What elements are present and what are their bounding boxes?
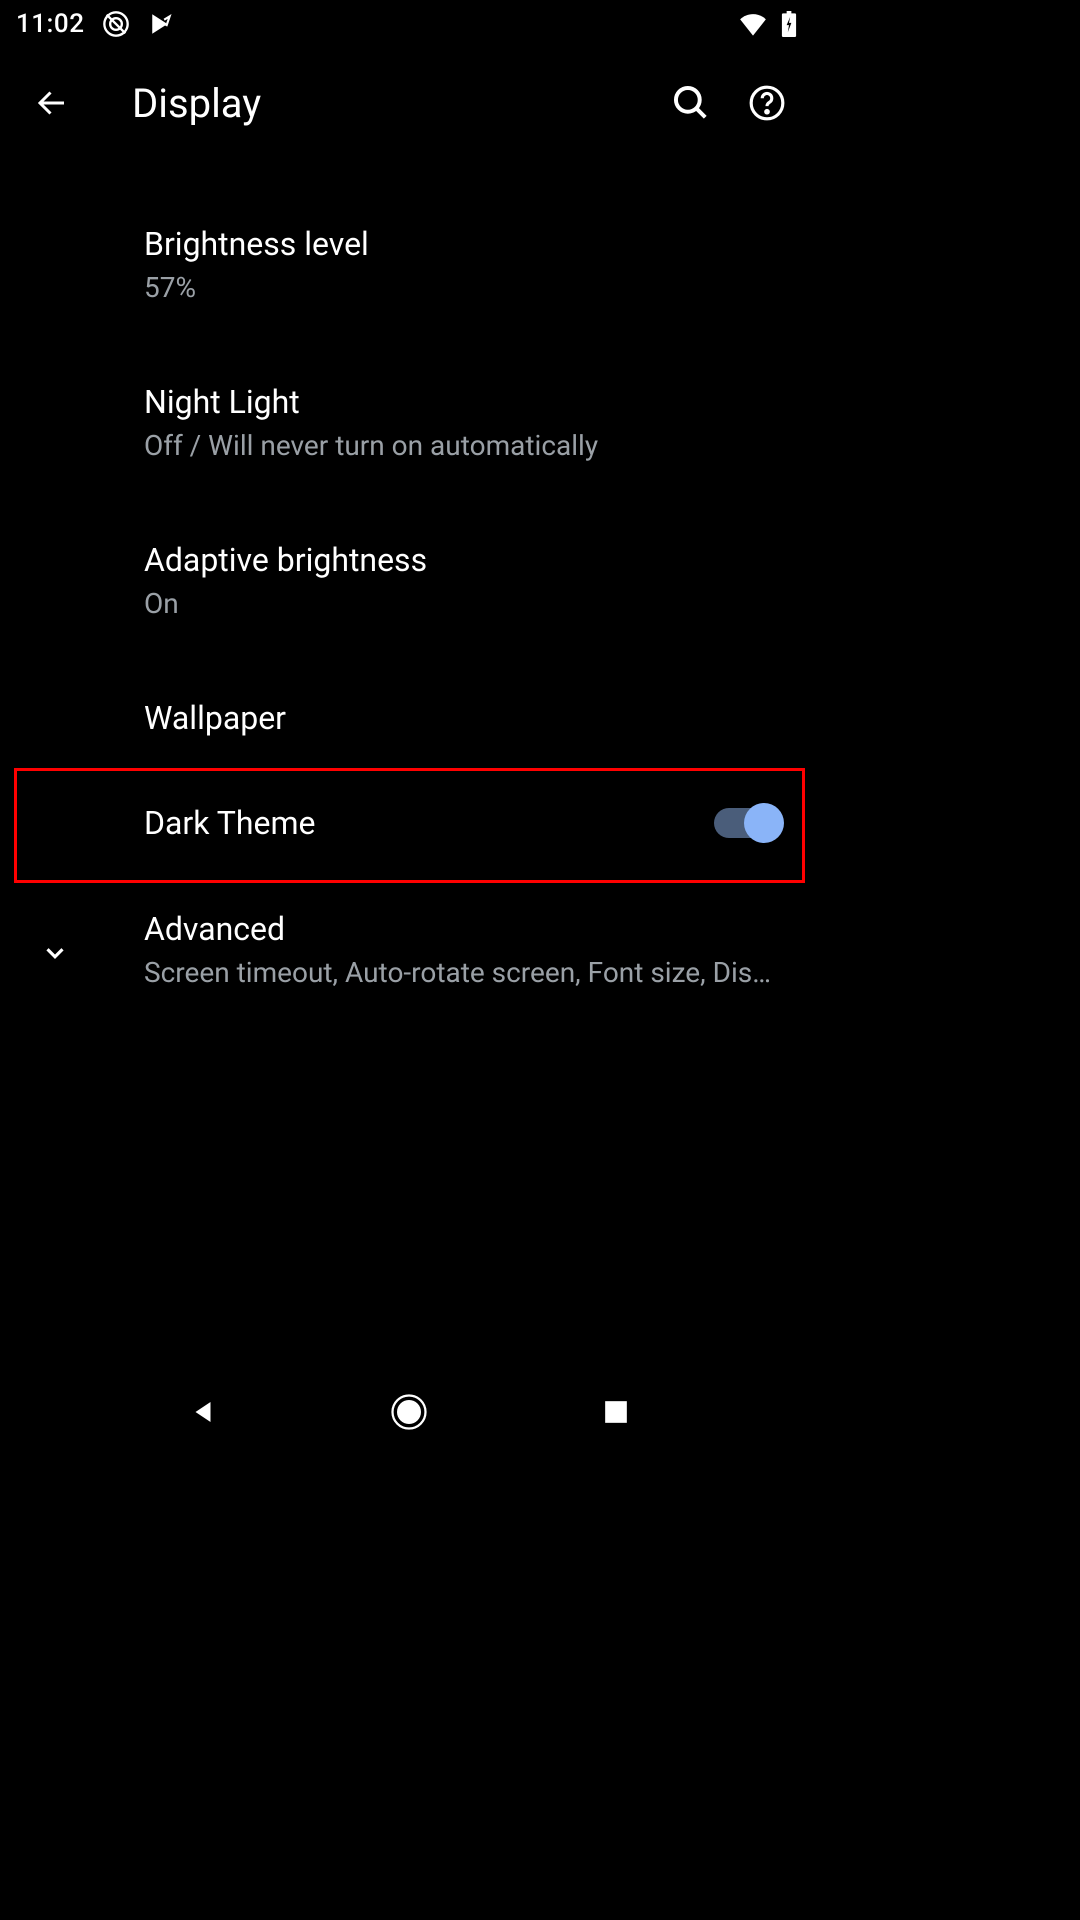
navigation-bar [0, 1368, 819, 1456]
search-button[interactable] [671, 83, 711, 123]
search-icon [672, 84, 710, 122]
square-recent-icon [603, 1399, 629, 1425]
setting-subtitle: 57% [144, 270, 803, 306]
arrow-back-icon [34, 85, 70, 121]
setting-adaptive-brightness[interactable]: Adaptive brightness On [0, 496, 819, 654]
setting-title: Night Light [144, 382, 803, 424]
chevron-down-icon [40, 938, 70, 968]
dark-theme-toggle[interactable] [714, 808, 780, 838]
battery-charging-icon [775, 10, 803, 38]
status-bar-right [739, 10, 803, 38]
play-store-icon [148, 10, 176, 38]
wifi-icon [739, 10, 767, 38]
help-icon [748, 84, 786, 122]
setting-title: Wallpaper [144, 698, 803, 740]
circle-home-icon [391, 1394, 427, 1430]
nav-recent-button[interactable] [592, 1388, 640, 1436]
status-time: 11:02 [16, 9, 84, 39]
setting-subtitle: Screen timeout, Auto-rotate screen, Font… [144, 955, 784, 991]
setting-wallpaper[interactable]: Wallpaper [0, 654, 819, 768]
setting-night-light[interactable]: Night Light Off / Will never turn on aut… [0, 338, 819, 496]
status-bar-left: 11:02 [16, 9, 176, 39]
help-button[interactable] [747, 83, 787, 123]
setting-subtitle: On [144, 586, 803, 622]
settings-list: Brightness level 57% Night Light Off / W… [0, 158, 819, 1023]
setting-title: Advanced [144, 909, 803, 951]
nav-back-button[interactable] [179, 1388, 227, 1436]
setting-advanced[interactable]: Advanced Screen timeout, Auto-rotate scr… [0, 883, 819, 1023]
status-bar: 11:02 [0, 0, 819, 48]
nav-home-button[interactable] [385, 1388, 433, 1436]
page-title: Display [132, 80, 671, 127]
triangle-back-icon [188, 1397, 218, 1427]
do-not-disturb-icon [102, 10, 130, 38]
app-bar-actions [671, 83, 803, 123]
setting-title: Brightness level [144, 224, 803, 266]
app-bar: Display [0, 48, 819, 158]
setting-dark-theme[interactable]: Dark Theme [14, 768, 805, 884]
back-button[interactable] [16, 75, 88, 131]
setting-title: Adaptive brightness [144, 540, 803, 582]
setting-brightness-level[interactable]: Brightness level 57% [0, 192, 819, 338]
setting-subtitle: Off / Will never turn on automatically [144, 428, 803, 464]
setting-title: Dark Theme [144, 803, 316, 845]
